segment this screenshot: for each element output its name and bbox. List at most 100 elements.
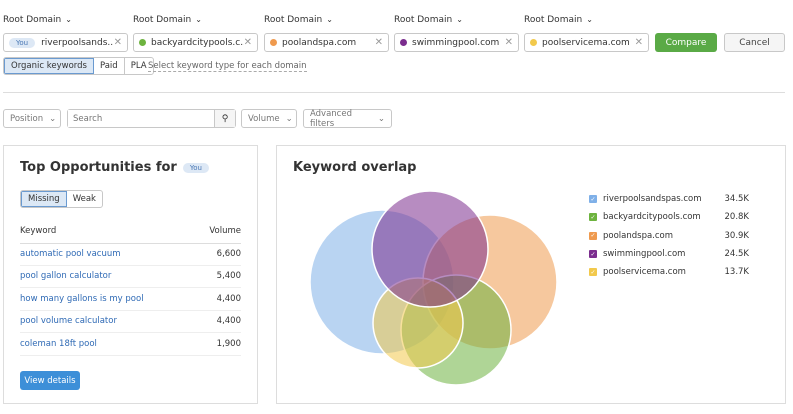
keyword-type-hint-link[interactable]: Select keyword type for each domain (148, 61, 307, 72)
compare-button[interactable]: Compare (655, 33, 717, 52)
domain-value: swimmingpool.com (412, 37, 500, 48)
domain-color-dot-icon (400, 39, 407, 46)
checkbox-checked-icon[interactable]: ✓ (589, 268, 597, 277)
domain-input[interactable]: You riverpoolsands... ✕ (3, 33, 128, 52)
domain-input[interactable]: poolservicema.com ✕ (524, 33, 649, 52)
table-row: automatic pool vacuum 6,600 (20, 243, 241, 266)
legend-count: 34.5K (724, 194, 750, 205)
search-box: ⚲ (67, 109, 236, 128)
legend-domain: poolservicema.com (603, 267, 686, 278)
root-domain-dropdown[interactable]: Root Domain ⌄ (3, 15, 72, 25)
keyword-volume: 4,400 (216, 293, 241, 304)
keyword-overlap-panel: Keyword overlap ✓ riverpoolsandspas.com … (276, 145, 786, 404)
checkbox-checked-icon[interactable]: ✓ (589, 195, 597, 204)
domain-color-dot-icon (139, 39, 146, 46)
tab-paid[interactable]: Paid (94, 58, 125, 74)
keyword-link[interactable]: pool volume calculator (20, 316, 117, 326)
domain-color-dot-icon (270, 39, 277, 46)
advanced-filters-label: Advanced filters (310, 108, 352, 129)
volume-filter[interactable]: Volume ⌄ (241, 109, 297, 128)
domain-input[interactable]: poolandspa.com ✕ (264, 33, 389, 52)
root-domain-label: Root Domain (264, 15, 323, 25)
root-domain-label: Root Domain (524, 15, 583, 25)
root-domain-dropdown[interactable]: Root Domain ⌄ (133, 15, 202, 25)
legend-domain: backyardcitypools.com (603, 212, 701, 223)
legend-domain: poolandspa.com (603, 230, 674, 241)
tab-organic-keywords[interactable]: Organic keywords (4, 58, 94, 74)
domain-value: poolservicema.com (542, 37, 630, 48)
table-row: how many gallons is my pool 4,400 (20, 288, 241, 311)
legend-item[interactable]: ✓ backyardcitypools.com 20.8K (589, 208, 749, 226)
root-domain-label: Root Domain (133, 15, 192, 25)
tab-missing[interactable]: Missing (21, 191, 67, 207)
legend-count: 13.7K (724, 267, 750, 278)
view-details-button[interactable]: View details (20, 371, 80, 390)
keyword-link[interactable]: automatic pool vacuum (20, 249, 121, 259)
position-label: Position (10, 113, 44, 124)
keyword-volume: 5,400 (216, 271, 241, 282)
legend-item[interactable]: ✓ poolservicema.com 13.7K (589, 263, 749, 281)
chevron-down-icon: ⌄ (195, 15, 202, 24)
clear-icon[interactable]: ✕ (635, 37, 643, 48)
chevron-down-icon: ⌄ (285, 113, 293, 124)
keyword-volume: 4,400 (216, 316, 241, 327)
search-button[interactable]: ⚲ (214, 110, 235, 127)
table-row: coleman 18ft pool 1,900 (20, 333, 241, 356)
chevron-down-icon: ⌄ (49, 113, 57, 124)
search-input[interactable] (68, 110, 214, 127)
you-badge: You (9, 37, 36, 48)
legend-count: 24.5K (724, 249, 750, 260)
clear-icon[interactable]: ✕ (244, 37, 252, 48)
clear-icon[interactable]: ✕ (375, 37, 383, 48)
root-domain-label: Root Domain (3, 15, 62, 25)
domain-value: backyardcitypools.c... (151, 37, 244, 48)
keyword-volume: 6,600 (216, 248, 241, 259)
keyword-link[interactable]: how many gallons is my pool (20, 294, 144, 304)
root-domain-dropdown[interactable]: Root Domain ⌄ (394, 15, 463, 25)
panel-title: Top Opportunities for (20, 160, 177, 175)
position-filter[interactable]: Position ⌄ (3, 109, 61, 128)
domain-color-dot-icon (530, 39, 537, 46)
col-volume: Volume (209, 226, 241, 236)
keyword-volume: 1,900 (216, 338, 241, 349)
cancel-button[interactable]: Cancel (724, 33, 785, 52)
root-domain-dropdown[interactable]: Root Domain ⌄ (264, 15, 333, 25)
chevron-down-icon: ⌄ (326, 15, 333, 24)
legend-count: 30.9K (724, 230, 750, 241)
root-domain-dropdown[interactable]: Root Domain ⌄ (524, 15, 593, 25)
chevron-down-icon: ⌄ (456, 15, 463, 24)
chevron-down-icon: ⌄ (65, 15, 72, 24)
keyword-link[interactable]: coleman 18ft pool (20, 339, 97, 349)
venn-diagram (309, 190, 558, 386)
table-row: pool volume calculator 4,400 (20, 311, 241, 333)
clear-icon[interactable]: ✕ (114, 37, 122, 48)
checkbox-checked-icon[interactable]: ✓ (589, 250, 597, 259)
you-badge: You (182, 162, 209, 173)
top-opportunities-panel: Top Opportunities for You Missing Weak K… (3, 145, 258, 404)
legend-domain: swimmingpool.com (603, 249, 686, 260)
root-domain-label: Root Domain (394, 15, 453, 25)
divider (3, 92, 785, 93)
table-row: pool gallon calculator 5,400 (20, 266, 241, 288)
opportunity-tabs: Missing Weak (20, 190, 103, 208)
legend-item[interactable]: ✓ swimmingpool.com 24.5K (589, 245, 749, 263)
advanced-filters[interactable]: Advanced filters ⌄ (303, 108, 392, 129)
tab-weak[interactable]: Weak (67, 191, 102, 207)
domain-input[interactable]: swimmingpool.com ✕ (394, 33, 519, 52)
venn-circle-swimmingpool[interactable] (371, 190, 489, 308)
domain-value: poolandspa.com (282, 37, 357, 48)
legend-item[interactable]: ✓ poolandspa.com 30.9K (589, 227, 749, 245)
checkbox-checked-icon[interactable]: ✓ (589, 231, 597, 240)
checkbox-checked-icon[interactable]: ✓ (589, 213, 597, 222)
chevron-down-icon: ⌄ (586, 15, 593, 24)
volume-label: Volume (248, 113, 280, 124)
search-icon: ⚲ (221, 113, 229, 124)
col-keyword: Keyword (20, 226, 57, 236)
domain-value: riverpoolsands... (41, 37, 114, 48)
chevron-down-icon: ⌄ (377, 113, 385, 124)
domain-input[interactable]: backyardcitypools.c... ✕ (133, 33, 258, 52)
keyword-link[interactable]: pool gallon calculator (20, 271, 111, 281)
clear-icon[interactable]: ✕ (505, 37, 513, 48)
legend-item[interactable]: ✓ riverpoolsandspas.com 34.5K (589, 190, 749, 208)
legend-domain: riverpoolsandspas.com (603, 194, 702, 205)
